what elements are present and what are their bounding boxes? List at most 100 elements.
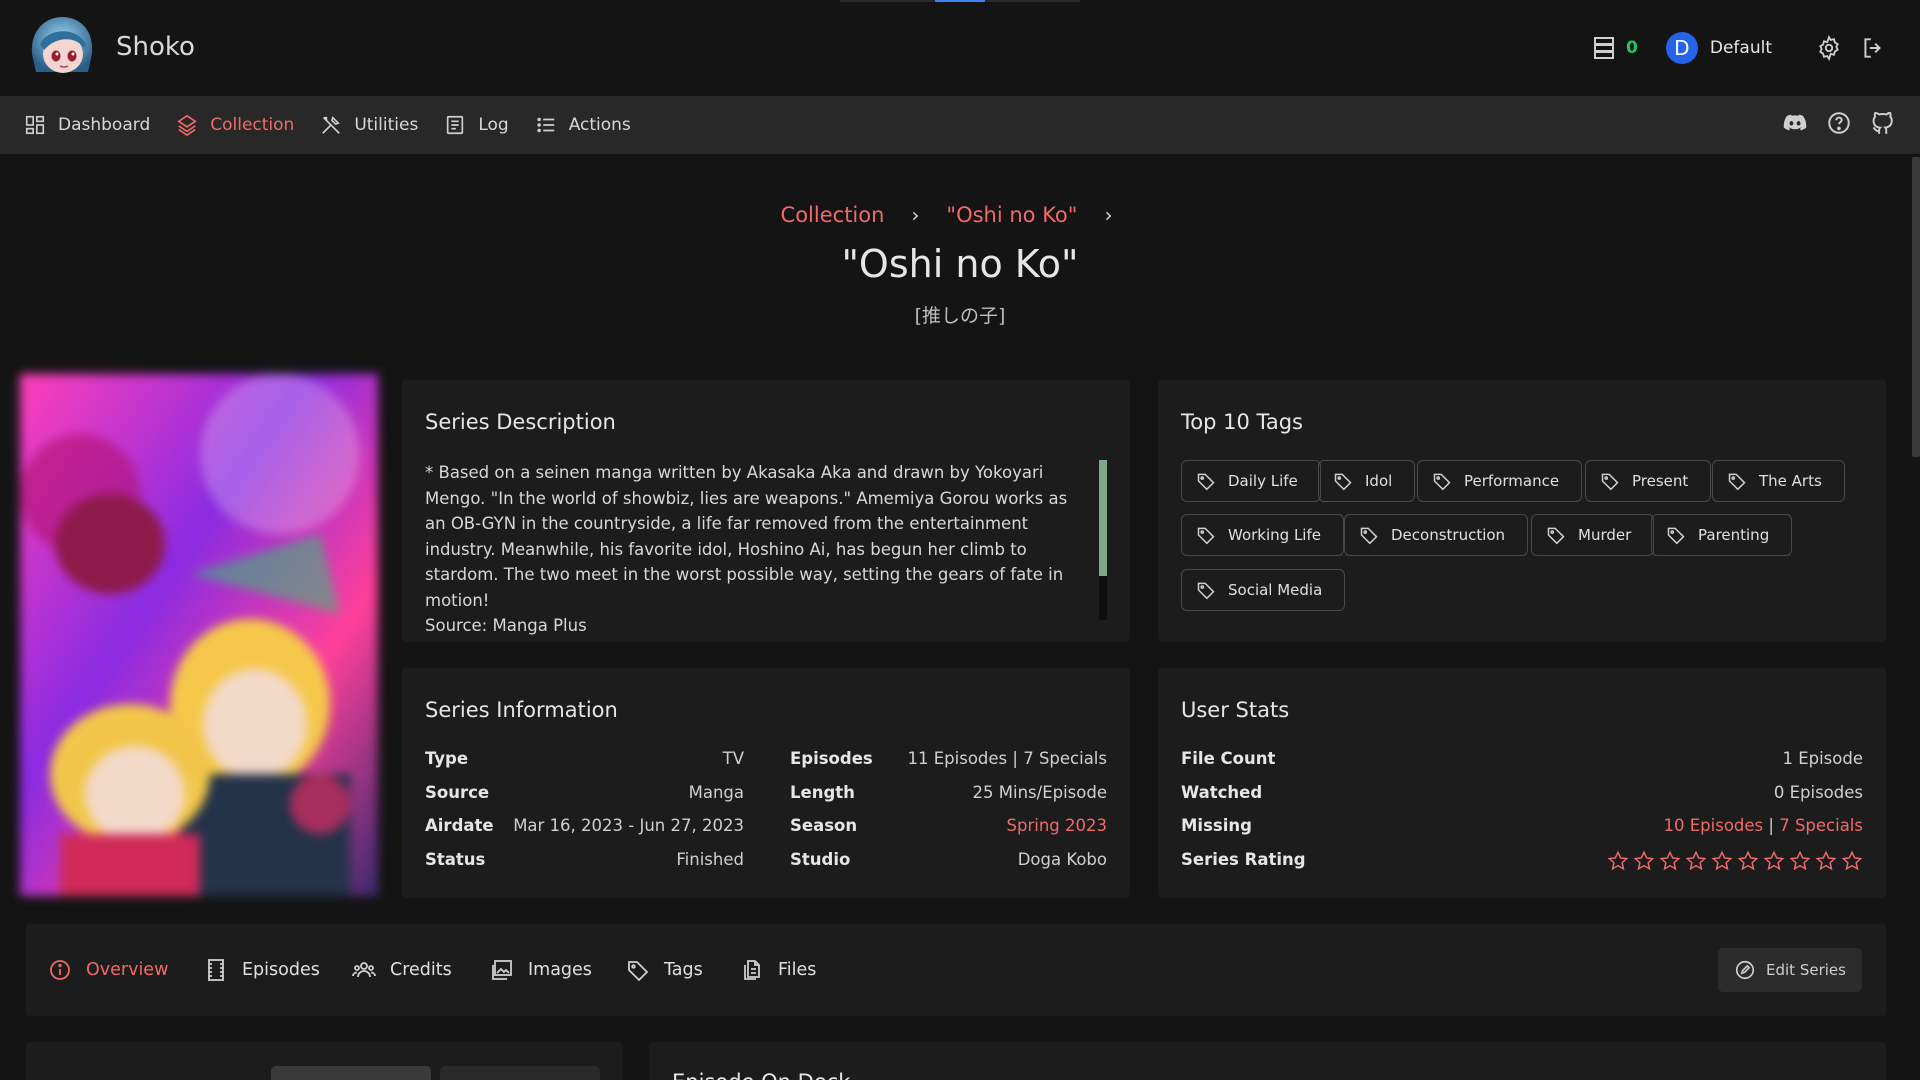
stats-row-missing: Missing 10 Episodes | 7 Specials: [1181, 816, 1863, 840]
rating-star-icon[interactable]: [1789, 850, 1811, 872]
help-icon[interactable]: [1826, 110, 1852, 136]
series-rating-stars[interactable]: [1603, 850, 1863, 872]
tag-chip[interactable]: Murder: [1531, 514, 1655, 556]
segment-button[interactable]: [271, 1066, 431, 1080]
rating-star-icon[interactable]: [1841, 850, 1863, 872]
info-key: Status: [425, 850, 486, 869]
info-value: 11 Episodes | 7 Specials: [907, 749, 1107, 768]
breadcrumb-series[interactable]: "Oshi no Ko": [946, 203, 1077, 227]
tag-icon: [628, 961, 649, 982]
tag-chip[interactable]: Idol: [1318, 460, 1416, 502]
missing-specials-link[interactable]: 7 Specials: [1779, 816, 1863, 835]
discord-icon[interactable]: [1782, 110, 1808, 136]
info-icon: [50, 960, 70, 980]
page-subtitle: [推しの子]: [914, 305, 1006, 327]
tag-label: Performance: [1464, 472, 1560, 490]
github-icon[interactable]: [1870, 110, 1896, 136]
info-row-type: Type TV: [425, 749, 744, 773]
bottom-left-panel: [26, 1042, 623, 1080]
edit-series-label: Edit Series: [1766, 961, 1846, 979]
tab-images[interactable]: Images: [490, 924, 592, 1016]
stats-value: 1 Episode: [1782, 749, 1863, 768]
info-value: Manga: [688, 783, 744, 802]
breadcrumb: Collection › "Oshi no Ko" ›: [0, 203, 1920, 227]
nav-utilities[interactable]: Utilities: [320, 105, 418, 145]
tag-label: Social Media: [1228, 581, 1323, 599]
tag-label: Working Life: [1228, 526, 1321, 544]
tab-episodes[interactable]: Episodes: [204, 924, 320, 1016]
nav-log[interactable]: Log: [444, 105, 509, 145]
loading-progress: [840, 0, 1080, 2]
tag-icon: [1667, 527, 1685, 545]
series-information-title: Series Information: [425, 698, 618, 722]
info-row-length: Length 25 Mins/Episode: [790, 783, 1107, 807]
edit-series-button[interactable]: Edit Series: [1718, 948, 1862, 992]
tag-chip[interactable]: Social Media: [1181, 569, 1346, 611]
layers-icon: [177, 114, 197, 136]
info-key: Episodes: [790, 749, 873, 768]
dashboard-icon: [25, 115, 45, 135]
info-row-season: Season Spring 2023: [790, 816, 1107, 840]
shoko-logo[interactable]: [26, 14, 98, 80]
rating-star-icon[interactable]: [1737, 850, 1759, 872]
season-link[interactable]: Spring 2023: [1007, 816, 1107, 835]
rating-star-icon[interactable]: [1659, 850, 1681, 872]
missing-separator: |: [1763, 816, 1780, 835]
tag-icon: [1197, 473, 1215, 491]
info-row-studio: Studio Doga Kobo: [790, 850, 1107, 874]
user-name[interactable]: Default: [1710, 38, 1772, 58]
top-tags-title: Top 10 Tags: [1181, 410, 1304, 434]
nav-actions[interactable]: Actions: [535, 105, 631, 145]
tag-chip[interactable]: Present: [1585, 460, 1712, 502]
stats-key: File Count: [1181, 749, 1276, 768]
tag-chip[interactable]: The Arts: [1712, 460, 1845, 502]
tab-tags[interactable]: Tags: [626, 924, 703, 1016]
tag-chip[interactable]: Parenting: [1651, 514, 1793, 556]
breadcrumb-collection[interactable]: Collection: [781, 203, 885, 227]
nav-dashboard[interactable]: Dashboard: [24, 105, 150, 145]
server-queue-icon[interactable]: [1592, 36, 1616, 60]
breadcrumb-chevron-icon: ›: [1104, 203, 1113, 227]
tag-chip[interactable]: Deconstruction: [1344, 514, 1529, 556]
settings-gear-icon[interactable]: [1816, 35, 1842, 61]
info-key: Studio: [790, 850, 851, 869]
tag-icon: [1601, 473, 1619, 491]
info-row-episodes: Episodes 11 Episodes | 7 Specials: [790, 749, 1107, 773]
nav-right-links: [1764, 110, 1896, 136]
nav-actions-label: Actions: [568, 115, 631, 135]
info-key: Source: [425, 783, 490, 802]
tab-credits[interactable]: Credits: [352, 924, 452, 1016]
image-icon: [492, 960, 512, 980]
series-description-source: Source: Manga Plus: [425, 616, 587, 635]
segment-button[interactable]: [440, 1066, 600, 1080]
rating-star-icon[interactable]: [1815, 850, 1837, 872]
rating-star-icon[interactable]: [1711, 850, 1733, 872]
tag-chip[interactable]: Performance: [1417, 460, 1583, 502]
rating-star-icon[interactable]: [1685, 850, 1707, 872]
rating-star-icon[interactable]: [1607, 850, 1629, 872]
tag-chip[interactable]: Working Life: [1181, 514, 1344, 556]
page-scrollbar[interactable]: [1912, 154, 1920, 1080]
stats-row-file-count: File Count 1 Episode: [1181, 749, 1863, 773]
stats-value: 10 Episodes | 7 Specials: [1664, 816, 1864, 835]
stats-row-watched: Watched 0 Episodes: [1181, 783, 1863, 807]
stats-key: Watched: [1181, 783, 1263, 802]
tag-label: Present: [1632, 472, 1689, 490]
tab-overview-label: Overview: [86, 960, 169, 980]
tab-files[interactable]: Files: [740, 924, 816, 1016]
rating-star-icon[interactable]: [1633, 850, 1655, 872]
info-value: 25 Mins/Episode: [972, 783, 1107, 802]
description-scrollbar[interactable]: [1099, 460, 1107, 620]
top-right-controls: 0 D Default: [1592, 28, 1886, 68]
nav-collection[interactable]: Collection: [176, 105, 294, 145]
info-row-airdate: Airdate Mar 16, 2023 - Jun 27, 2023: [425, 816, 744, 840]
files-icon: [744, 960, 760, 980]
list-icon: [537, 117, 554, 133]
rating-star-icon[interactable]: [1763, 850, 1785, 872]
tab-overview[interactable]: Overview: [48, 924, 168, 1016]
user-avatar[interactable]: D: [1665, 32, 1698, 64]
tag-chip[interactable]: Daily Life: [1181, 460, 1321, 502]
logout-icon[interactable]: [1860, 35, 1886, 61]
missing-episodes-link[interactable]: 10 Episodes: [1664, 816, 1764, 835]
tools-icon: [322, 116, 341, 134]
